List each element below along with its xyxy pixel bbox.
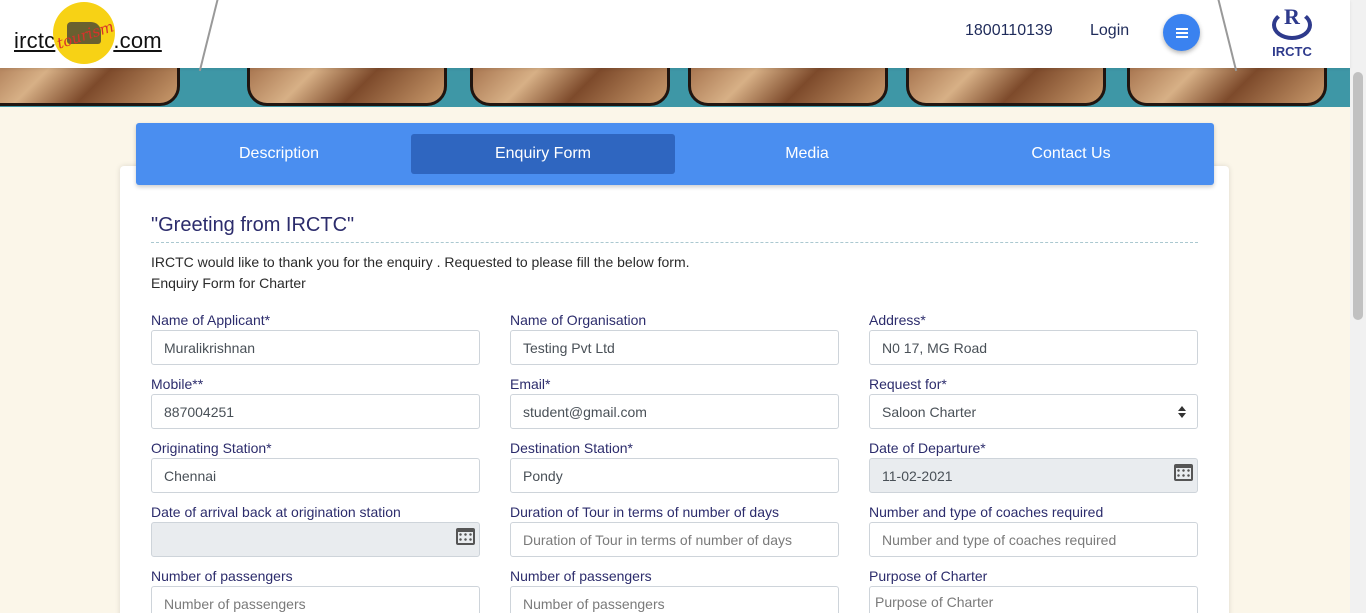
banner-gallery [0,68,1350,107]
irctc-tourism-logo[interactable]: irctc tourism .com [14,2,162,64]
site-header: irctc tourism .com 1800110139 Login R IR… [0,0,1350,72]
address-input[interactable]: N0 17, MG Road [869,330,1198,365]
departure-date-input[interactable]: 11-02-2021 [869,458,1198,493]
scrollbar-thumb[interactable] [1353,72,1363,320]
header-divider-left [198,0,220,72]
originating-station-input[interactable]: Chennai [151,458,480,493]
label-arrival-date: Date of arrival back at origination stat… [151,504,401,520]
label-address: Address* [869,312,926,328]
label-passengers-2: Number of passengers [510,568,652,584]
calendar-icon[interactable] [1174,464,1193,481]
label-departure-date: Date of Departure* [869,440,986,456]
helpline-phone[interactable]: 1800110139 [965,22,1053,40]
label-email: Email* [510,376,551,392]
request-for-select[interactable]: Saloon Charter [869,394,1198,429]
select-arrows-icon [1178,406,1186,418]
page-scrollbar[interactable] [1350,0,1366,613]
banner-photo [247,68,447,106]
login-link[interactable]: Login [1090,22,1129,40]
destination-station-input[interactable]: Pondy [510,458,839,493]
passengers-input[interactable]: Number of passengers [151,586,480,613]
calendar-icon[interactable] [456,528,475,545]
label-passengers: Number of passengers [151,568,293,584]
tab-bar: Description Enquiry Form Media Contact U… [136,123,1214,185]
label-applicant-name: Name of Applicant* [151,312,271,328]
purpose-input[interactable]: Purpose of Charter [869,586,1198,613]
tab-contact-us[interactable]: Contact Us [939,134,1203,174]
brand-text-left: irctc [14,28,56,53]
form-subtitle: Enquiry Form for Charter [151,275,306,291]
organisation-input[interactable]: Testing Pvt Ltd [510,330,839,365]
applicant-name-input[interactable]: Muralikrishnan [151,330,480,365]
email-input[interactable]: student@gmail.com [510,394,839,429]
label-request-for: Request for* [869,376,947,392]
heading-divider [151,242,1198,243]
tourism-emblem-icon: tourism [53,2,116,64]
banner-photo [0,68,180,106]
header-divider-right [1216,0,1238,72]
label-mobile: Mobile** [151,376,204,392]
passengers-input-2[interactable]: Number of passengers [510,586,839,613]
departure-date-value: 11-02-2021 [882,467,953,484]
label-organisation: Name of Organisation [510,312,647,328]
request-for-value: Saloon Charter [882,403,977,420]
banner-photo [1127,68,1327,106]
intro-text: IRCTC would like to thank you for the en… [151,254,690,270]
brand-text-right: .com [113,28,162,53]
label-tour-duration: Duration of Tour in terms of number of d… [510,504,779,520]
menu-button[interactable] [1163,14,1200,51]
banner-photo [688,68,888,106]
label-originating-station: Originating Station* [151,440,272,456]
irctc-logo-label: IRCTC [1272,44,1312,59]
label-coaches-required: Number and type of coaches required [869,504,1104,520]
tab-media[interactable]: Media [675,134,939,174]
tab-description[interactable]: Description [147,134,411,174]
label-destination-station: Destination Station* [510,440,633,456]
arrival-date-input[interactable] [151,522,480,557]
mobile-input[interactable]: 887004251 [151,394,480,429]
irctc-logo[interactable]: R IRCTC [1262,2,1322,66]
hamburger-icon [1175,27,1188,38]
banner-photo [906,68,1106,106]
label-purpose: Purpose of Charter [869,568,988,584]
banner-photo [470,68,670,106]
tour-duration-input[interactable]: Duration of Tour in terms of number of d… [510,522,839,557]
tab-enquiry-form[interactable]: Enquiry Form [411,134,675,174]
coaches-required-input[interactable]: Number and type of coaches required [869,522,1198,557]
irctc-emblem-icon: R [1270,2,1314,42]
greeting-heading: "Greeting from IRCTC" [151,214,355,236]
